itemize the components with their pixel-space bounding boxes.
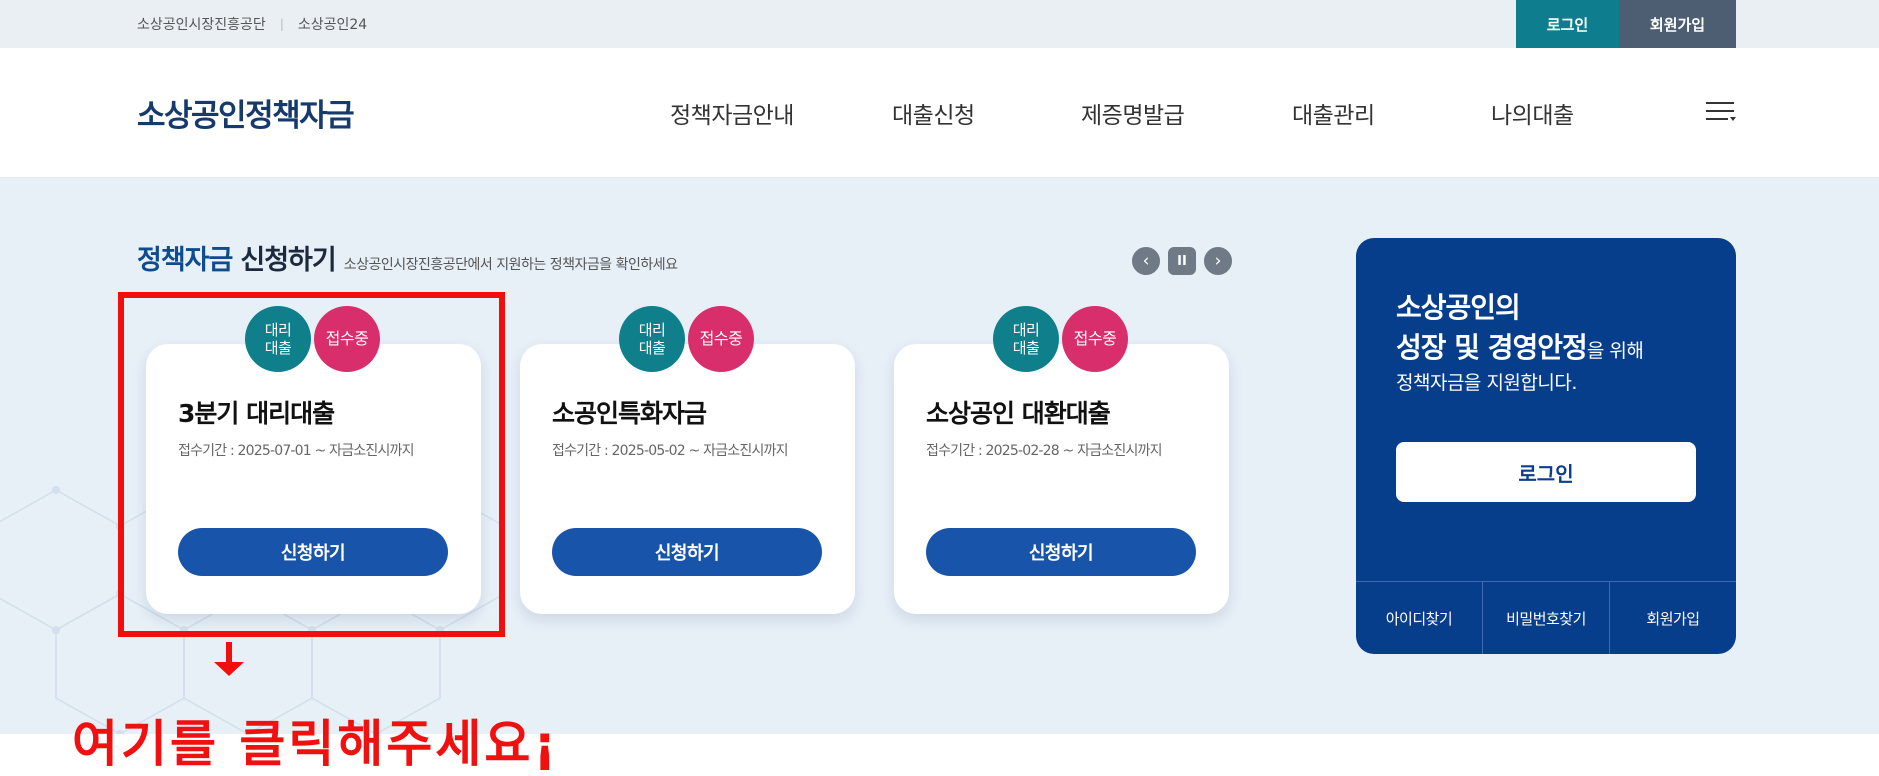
apply-button[interactable]: 신청하기: [926, 528, 1196, 576]
pause-icon: II: [1177, 253, 1187, 269]
chevron-left-icon: ‹: [1142, 251, 1150, 271]
panel-heading-line2: 성장 및 경영안정을 위해: [1396, 326, 1644, 366]
panel-join-link[interactable]: 회원가입: [1609, 582, 1736, 654]
section-title-main: 신청하기: [240, 245, 336, 276]
panel-heading-normal: 을 위해: [1586, 340, 1644, 362]
site-logo[interactable]: 소상공인정책자금: [137, 90, 355, 135]
agent-loan-badge: 대리 대출: [619, 306, 685, 372]
status-badge: 접수중: [688, 306, 754, 372]
card-period: 접수기간 : 2025-05-02 ~ 자금소진시까지: [552, 443, 789, 459]
top-join-button[interactable]: 회원가입: [1619, 0, 1736, 48]
slider-next-button[interactable]: ›: [1202, 245, 1234, 277]
chevron-right-icon: ›: [1214, 251, 1222, 271]
status-badge: 접수중: [1062, 306, 1128, 372]
utility-bar: 소상공인시장진흥공단 | 소상공인24 로그인 회원가입: [0, 0, 1879, 48]
header: 소상공인정책자금 정책자금안내 대출신청 제증명발급 대출관리 나의대출: [0, 48, 1879, 178]
top-login-button[interactable]: 로그인: [1516, 0, 1619, 48]
slider-pause-button[interactable]: II: [1166, 245, 1198, 277]
fund-card: 소상공인 대환대출 접수기간 : 2025-02-28 ~ 자금소진시까지 신청…: [894, 344, 1229, 614]
panel-subheading: 정책자금을 지원합니다.: [1396, 372, 1577, 394]
arrow-down-icon: [212, 642, 246, 682]
instruction-text: 여기를 클릭해주세요¡: [72, 715, 560, 773]
find-password-link[interactable]: 비밀번호찾기: [1482, 582, 1609, 654]
hamburger-menu-icon[interactable]: [1706, 100, 1736, 124]
nav-my-loans[interactable]: 나의대출: [1491, 96, 1574, 130]
find-id-link[interactable]: 아이디찾기: [1356, 582, 1482, 654]
apply-button[interactable]: 신청하기: [552, 528, 822, 576]
link-sbiz24[interactable]: 소상공인24: [298, 14, 367, 34]
card-title: 소상공인 대환대출: [926, 399, 1111, 428]
utility-links: 소상공인시장진흥공단 | 소상공인24: [137, 0, 367, 48]
panel-heading-strong: 성장 및 경영안정: [1396, 331, 1588, 364]
panel-links: 아이디찾기 비밀번호찾기 회원가입: [1356, 581, 1736, 654]
separator: |: [279, 17, 284, 31]
nav-loan-application[interactable]: 대출신청: [892, 96, 975, 130]
card-title: 소공인특화자금: [552, 399, 707, 428]
section-description: 소상공인시장진흥공단에서 지원하는 정책자금을 확인하세요: [343, 257, 678, 273]
nav-certificate[interactable]: 제증명발급: [1081, 96, 1185, 130]
nav-loan-management[interactable]: 대출관리: [1292, 96, 1375, 130]
section-title-accent: 정책자금: [137, 245, 233, 276]
panel-login-button[interactable]: 로그인: [1396, 442, 1696, 502]
link-sbiz-agency[interactable]: 소상공인시장진흥공단: [137, 14, 266, 34]
slider-prev-button[interactable]: ‹: [1130, 245, 1162, 277]
fund-card: 소공인특화자금 접수기간 : 2025-05-02 ~ 자금소진시까지 신청하기: [520, 344, 855, 614]
highlight-box: [118, 292, 505, 637]
login-panel: 소상공인의 성장 및 경영안정을 위해 정책자금을 지원합니다. 로그인 아이디…: [1356, 238, 1736, 654]
panel-heading-line1: 소상공인의: [1396, 291, 1521, 324]
section-title: 정책자금 신청하기 소상공인시장진흥공단에서 지원하는 정책자금을 확인하세요: [137, 238, 678, 277]
agent-loan-badge: 대리 대출: [993, 306, 1059, 372]
card-period: 접수기간 : 2025-02-28 ~ 자금소진시까지: [926, 443, 1163, 459]
nav-policy-fund-info[interactable]: 정책자금안내: [670, 96, 794, 130]
